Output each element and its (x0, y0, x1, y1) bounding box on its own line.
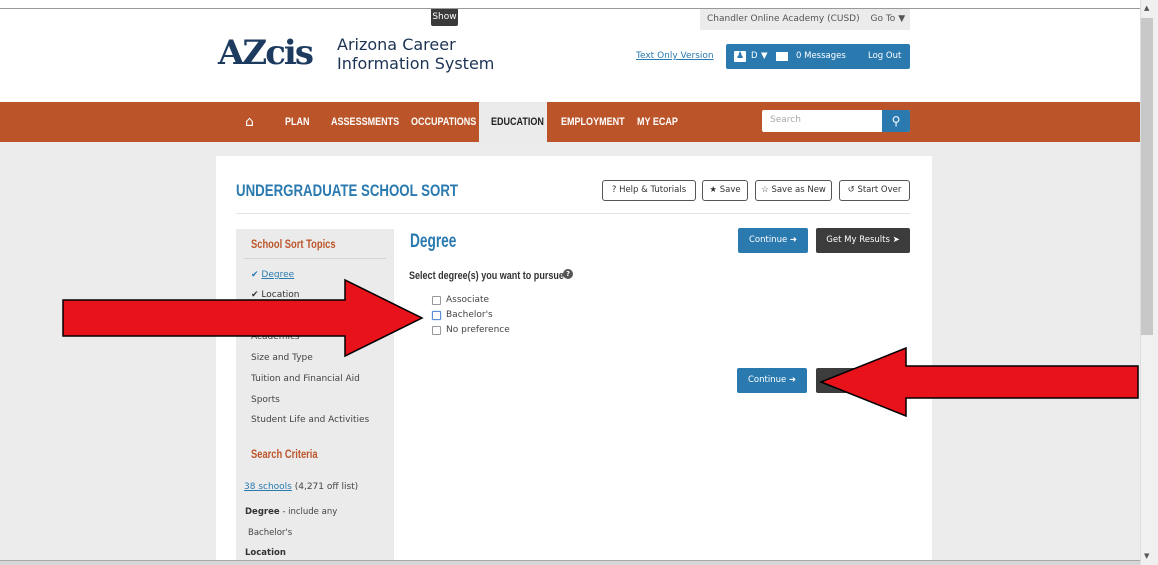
degree-criterion-suffix: - include any (282, 507, 338, 517)
continue-label: Continue (748, 235, 788, 245)
sidebar-item-sports[interactable]: Sports (251, 395, 280, 405)
azcis-logo[interactable]: AZcis Arizona Career Information System (218, 33, 528, 78)
logo-mark: AZcis (218, 33, 314, 73)
option-label: No preference (446, 325, 510, 335)
criteria-heading: Search Criteria (251, 447, 318, 461)
user-icon[interactable]: ♟ (734, 51, 746, 62)
red-arrow-left-icon (818, 346, 1139, 418)
topics-divider (244, 258, 386, 259)
help-label: Help & Tutorials (619, 185, 687, 195)
question-icon: ? (611, 185, 617, 195)
continue-label: Continue (747, 375, 787, 385)
continue-button-top[interactable]: Continue ➜ (738, 228, 808, 253)
save-as-new-button[interactable]: ☆ Save as New (755, 180, 832, 201)
arrow-right-icon: ➜ (788, 375, 797, 385)
red-arrow-right-icon (62, 278, 424, 358)
scrollbar-thumb[interactable] (1141, 18, 1153, 335)
degree-criterion-label: Degree (245, 507, 280, 517)
checkbox-bachelors[interactable] (432, 311, 441, 320)
arrow-circle-right-icon: ➤ (892, 235, 900, 245)
user-menu-chevron-icon[interactable]: ▼ (761, 44, 768, 69)
envelope-icon[interactable] (776, 52, 788, 61)
scroll-down-icon[interactable]: ▼ (1144, 552, 1149, 560)
show-tab[interactable]: Show (431, 9, 458, 26)
section-heading: Degree (410, 231, 457, 252)
page-title: UNDERGRADUATE SCHOOL SORT (236, 181, 458, 200)
header (0, 0, 1140, 102)
logo-text: Arizona Career Information System (337, 35, 494, 73)
arrow-right-icon: ➜ (789, 235, 798, 245)
taskbar (0, 560, 1140, 565)
chevron-down-icon: ▼ (898, 14, 906, 24)
title-divider (236, 213, 910, 214)
option-label: Bachelor's (446, 310, 493, 320)
user-toolbar: ♟ D ▼ 0 Messages Log Out (726, 44, 910, 69)
help-button[interactable]: ? Help & Tutorials (602, 180, 696, 201)
text-only-link[interactable]: Text Only Version (636, 51, 714, 61)
get-results-label: Get My Results (826, 235, 890, 245)
save-label: Save (719, 185, 741, 195)
messages-link[interactable]: 0 Messages (796, 44, 846, 69)
schools-count-row: 38 schools (4,271 off list) (244, 482, 358, 492)
user-initial[interactable]: D (751, 44, 758, 69)
off-list-count: (4,271 off list) (294, 482, 359, 492)
checkbox-no-preference[interactable] (432, 326, 441, 335)
star-outline-icon: ☆ (761, 185, 769, 195)
star-icon: ★ (709, 185, 718, 195)
checkbox-associate[interactable] (432, 296, 441, 305)
save-as-new-label: Save as New (771, 185, 826, 195)
degree-criterion: Degree - include any (245, 507, 337, 517)
nav-employment[interactable]: EMPLOYMENT (561, 102, 625, 142)
top-divider (0, 8, 1140, 9)
start-over-label: Start Over (857, 185, 902, 195)
topics-heading: School Sort Topics (251, 237, 336, 251)
schools-count-link[interactable]: 38 schools (244, 482, 292, 492)
nav-occupations[interactable]: OCCUPATIONS (411, 102, 476, 142)
question-label: Select degree(s) you want to pursue (409, 270, 564, 282)
location-criterion: Location (245, 548, 286, 558)
help-circle-icon[interactable]: ? (563, 269, 573, 279)
sidebar-item-tuition[interactable]: Tuition and Financial Aid (251, 374, 360, 384)
start-over-button[interactable]: ↺ Start Over (839, 180, 910, 201)
degree-criterion-value: Bachelor's (248, 528, 293, 538)
main-nav: ⌂ PLAN ASSESSMENTS OCCUPATIONS EDUCATION… (0, 102, 1140, 142)
undo-icon: ↺ (847, 185, 855, 195)
nav-education[interactable]: EDUCATION (491, 102, 544, 142)
nav-assessments[interactable]: ASSESSMENTS (331, 102, 399, 142)
account-label: Chandler Online Academy (CUSD) (707, 14, 860, 24)
save-button[interactable]: ★ Save (702, 180, 748, 201)
home-icon[interactable]: ⌂ (245, 114, 254, 130)
goto-label[interactable]: Go To (871, 14, 896, 24)
logo-text-line1: Arizona Career (337, 35, 456, 54)
account-menu[interactable]: Chandler Online Academy (CUSD) Go To ▼ (700, 9, 910, 30)
nav-my-ecap[interactable]: MY ECAP (637, 102, 678, 142)
get-results-button[interactable]: Get My Results ➤ (816, 228, 910, 253)
continue-button-bottom[interactable]: Continue ➜ (737, 368, 807, 393)
sidebar-item-student-life[interactable]: Student Life and Activities (251, 415, 369, 425)
scroll-up-icon[interactable]: ▲ (1144, 4, 1149, 12)
logo-text-line2: Information System (337, 54, 495, 73)
search-input[interactable]: Search (770, 115, 801, 125)
search-icon[interactable]: ⚲ (882, 110, 910, 132)
logout-button[interactable]: Log Out (868, 44, 901, 69)
nav-plan[interactable]: PLAN (285, 102, 310, 142)
option-label: Associate (446, 295, 490, 305)
search-box[interactable]: Search ⚲ (762, 110, 910, 132)
